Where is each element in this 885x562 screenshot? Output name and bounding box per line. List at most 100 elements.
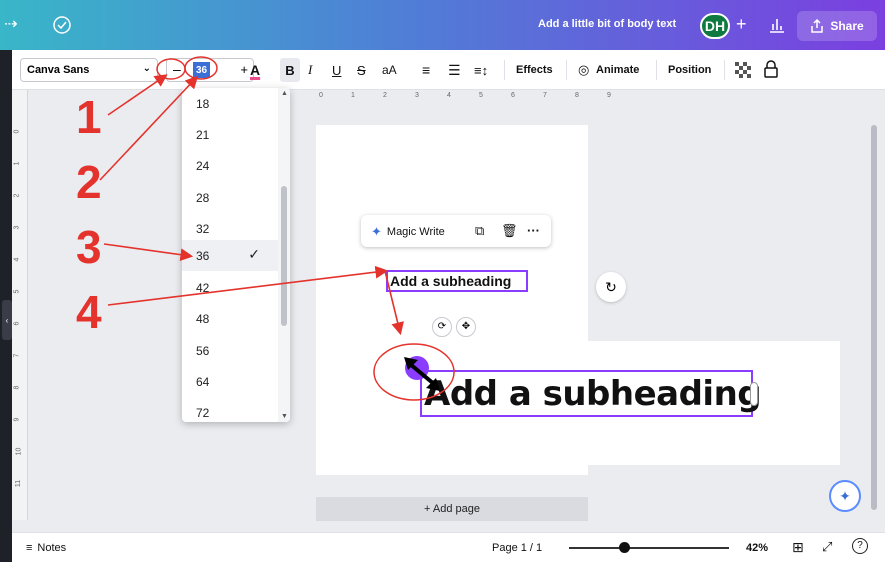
annotation-number: 3 <box>76 221 102 273</box>
zoom-slider[interactable] <box>569 547 729 549</box>
user-avatar[interactable]: DH <box>700 13 730 39</box>
font-size-option[interactable]: 21 <box>182 119 278 150</box>
duplicate-icon[interactable]: ⧉ <box>475 223 484 239</box>
share-label: Share <box>830 19 864 33</box>
ruler-tick: 1 <box>351 92 355 99</box>
font-size-dropdown: 18 21 24 28 32 36 ✓ 42 48 56 64 72 ▲ ▼ <box>182 88 290 422</box>
horizontal-ruler: 0 1 2 3 4 5 6 7 8 9 <box>315 92 615 110</box>
share-button[interactable]: Share <box>797 11 877 41</box>
chevron-down-icon: ⌄ <box>142 63 151 74</box>
ruler-tick: 4 <box>13 257 21 262</box>
underline-button[interactable]: U <box>332 50 341 90</box>
ruler-tick: 8 <box>575 92 579 99</box>
notes-button[interactable]: ≡ Notes <box>26 542 66 554</box>
effects-button[interactable]: Effects <box>516 50 553 90</box>
ruler-tick: 0 <box>319 92 323 99</box>
document-title[interactable]: Add a little bit of body text <box>538 18 676 30</box>
font-size-option[interactable]: 72 <box>182 397 278 422</box>
font-size-input[interactable]: 36 <box>193 62 210 78</box>
insights-icon[interactable] <box>767 16 787 34</box>
move-icon[interactable]: ✥ <box>456 317 476 337</box>
font-size-option[interactable]: 28 <box>182 182 278 213</box>
text-color-label: A <box>250 62 261 78</box>
toolbar-divider <box>504 60 505 80</box>
transparency-icon[interactable] <box>734 61 752 79</box>
scrollbar-thumb[interactable] <box>871 125 877 510</box>
position-button[interactable]: Position <box>668 50 711 90</box>
list-icon[interactable]: ☰ <box>448 50 461 90</box>
grid-view-icon[interactable]: ⊞ <box>792 539 804 556</box>
side-resize-handle[interactable] <box>750 382 758 406</box>
strikethrough-button[interactable]: S <box>357 50 366 90</box>
increase-font-size-button[interactable]: + <box>240 62 248 77</box>
font-size-option[interactable]: 18 <box>182 88 278 119</box>
more-options-icon[interactable]: ··· <box>527 223 540 238</box>
left-panel-edge: ‹ <box>0 50 12 562</box>
fullscreen-icon[interactable]: ⤢ <box>822 539 832 555</box>
annotation-arrow <box>103 243 194 262</box>
subheading-textbox-small[interactable]: Add a subheading <box>386 270 528 292</box>
spacing-icon[interactable]: ≡↕ <box>474 50 488 90</box>
add-page-button[interactable]: + Add page <box>316 497 588 521</box>
toolbar-divider <box>656 60 657 80</box>
align-center-icon[interactable]: ≡ <box>422 50 430 90</box>
decrease-font-size-button[interactable]: – <box>173 61 181 77</box>
ruler-tick: 2 <box>13 193 21 198</box>
font-size-option-selected[interactable]: 36 ✓ <box>182 240 278 271</box>
collapse-panel-icon[interactable]: ‹ <box>2 300 12 340</box>
toolbar-divider <box>724 60 725 80</box>
bold-button[interactable]: B <box>280 58 300 82</box>
add-collaborator-button[interactable]: + <box>736 14 747 35</box>
element-handles: ⟳ ✥ <box>432 316 480 337</box>
ruler-tick: 10 <box>15 447 23 456</box>
notes-icon: ≡ <box>26 542 33 554</box>
canvas-scrollbar[interactable] <box>870 125 878 520</box>
ruler-tick: 3 <box>415 92 419 99</box>
scroll-down-icon[interactable]: ▼ <box>281 413 288 420</box>
help-icon[interactable]: ? <box>852 538 868 554</box>
font-size-option[interactable]: 42 <box>182 272 278 303</box>
checkmark-icon: ✓ <box>248 246 260 262</box>
ai-assistant-sparkle-icon[interactable]: ✦ <box>829 480 861 512</box>
zoom-level[interactable]: 42% <box>746 542 768 554</box>
cloud-saved-icon[interactable] <box>52 15 72 35</box>
ruler-tick: 6 <box>13 321 21 326</box>
toolbar-divider <box>566 60 567 80</box>
letter-case-button[interactable]: aA <box>382 50 397 90</box>
font-size-control: – 36 + <box>166 58 254 82</box>
lock-icon[interactable] <box>762 59 780 79</box>
ruler-tick: 9 <box>13 417 21 422</box>
bottom-bar: ≡ Notes Page 1 / 1 42% ⊞ ⤢ ? <box>12 532 885 562</box>
ruler-tick: 0 <box>13 129 21 134</box>
delete-icon[interactable]: 🗑 <box>501 223 518 239</box>
font-size-option[interactable]: 56 <box>182 335 278 366</box>
sparkle-icon: ✦ <box>371 224 382 239</box>
ruler-tick: 9 <box>607 92 611 99</box>
font-family-select[interactable]: Canva Sans ⌄ <box>20 58 158 82</box>
text-color-button[interactable]: A <box>250 50 260 90</box>
top-bar: ⇢ Add a little bit of body text DH + Sha… <box>0 0 885 50</box>
ruler-tick: 7 <box>13 353 21 358</box>
font-size-option[interactable]: 64 <box>182 366 278 397</box>
annotation-number: 4 <box>76 286 102 338</box>
zoom-slider-knob[interactable] <box>619 542 630 553</box>
page-indicator[interactable]: Page 1 / 1 <box>492 542 542 554</box>
dropdown-scroll-thumb[interactable] <box>281 186 287 326</box>
text-toolbar: Canva Sans ⌄ – 36 + A B I U S aA ≡ ☰ ≡↕ … <box>12 50 885 90</box>
font-size-option[interactable]: 24 <box>182 150 278 181</box>
regenerate-icon[interactable]: ↻ <box>596 272 626 302</box>
font-family-label: Canva Sans <box>27 64 90 76</box>
animate-button[interactable]: Animate <box>596 50 639 90</box>
italic-button[interactable]: I <box>308 50 312 90</box>
dropdown-scrollbar[interactable]: ▲ ▼ <box>278 88 290 422</box>
magic-write-button[interactable]: ✦ Magic Write <box>371 224 445 240</box>
subheading-zoomed-text: Add a subheading <box>424 373 762 414</box>
back-arrow-icon[interactable]: ⇢ <box>4 14 17 34</box>
animate-icon: ◎ <box>578 62 590 77</box>
font-size-option[interactable]: 48 <box>182 303 278 334</box>
subheading-textbox-zoomed[interactable]: Add a subheading <box>420 370 762 417</box>
ruler-tick: 11 <box>15 479 23 488</box>
ruler-tick: 8 <box>13 385 21 390</box>
scroll-up-icon[interactable]: ▲ <box>281 90 288 97</box>
rotate-icon[interactable]: ⟳ <box>432 317 452 337</box>
